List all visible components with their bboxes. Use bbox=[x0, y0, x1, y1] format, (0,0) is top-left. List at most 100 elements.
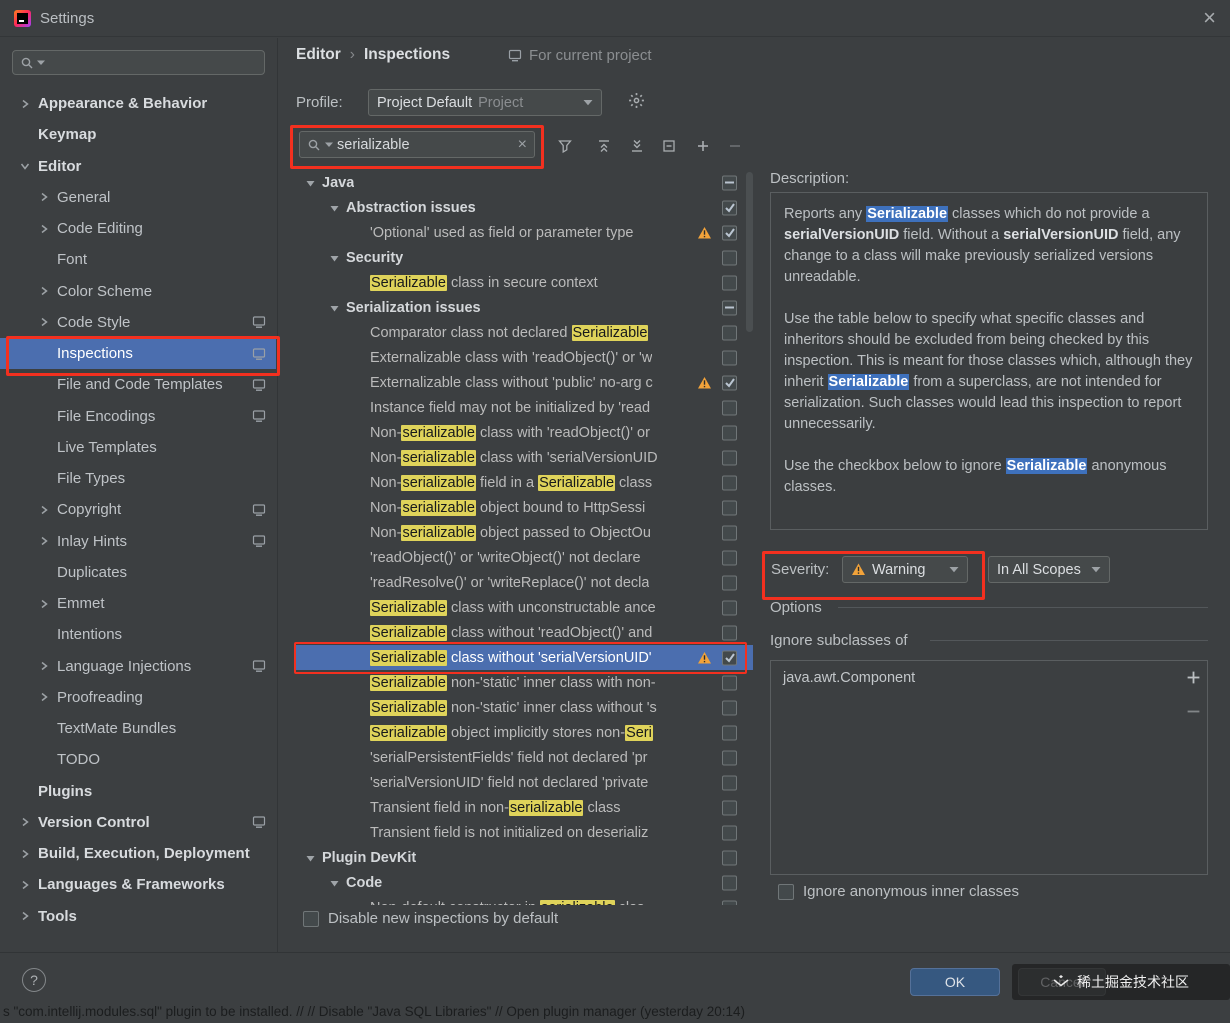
inspection-row-serializable-object-implicitly-stores-non-seri[interactable]: Serializable object implicitly stores no… bbox=[296, 720, 753, 745]
inspection-checkbox[interactable] bbox=[722, 500, 737, 515]
inspection-checkbox[interactable] bbox=[722, 850, 737, 865]
inspection-row-transient-field-in-non-serializable-class[interactable]: Transient field in non-serializable clas… bbox=[296, 795, 753, 820]
chevron-right-icon[interactable] bbox=[19, 879, 31, 891]
chevron-right-icon[interactable] bbox=[38, 504, 50, 516]
inspection-row-non-serializable-field-in-a-serializable-class[interactable]: Non-serializable field in a Serializable… bbox=[296, 470, 753, 495]
remove-icon[interactable] bbox=[726, 137, 743, 154]
inspection-checkbox[interactable] bbox=[722, 400, 737, 415]
inspection-checkbox[interactable] bbox=[722, 225, 737, 240]
chevron-right-icon[interactable] bbox=[38, 535, 50, 547]
inspection-checkbox[interactable] bbox=[722, 725, 737, 740]
sidebar-item-file-encodings[interactable]: File Encodings bbox=[0, 401, 276, 432]
inspection-row-serialpersistentfields-field-not-declared-pr[interactable]: 'serialPersistentFields' field not decla… bbox=[296, 745, 753, 770]
severity-select[interactable]: Warning bbox=[842, 556, 968, 583]
inspection-checkbox[interactable] bbox=[722, 775, 737, 790]
inspection-checkbox[interactable] bbox=[722, 200, 737, 215]
inspection-row-serializable-non-static-inner-class-with-non[interactable]: Serializable non-'static' inner class wi… bbox=[296, 670, 753, 695]
inspection-checkbox[interactable] bbox=[722, 550, 737, 565]
ok-button[interactable]: OK bbox=[910, 968, 1000, 996]
inspection-row-non-serializable-object-bound-to-httpsessi[interactable]: Non-serializable object bound to HttpSes… bbox=[296, 495, 753, 520]
sidebar-item-code-style[interactable]: Code Style bbox=[0, 307, 276, 338]
inspection-row-serialversionuid-field-not-declared-private[interactable]: 'serialVersionUID' field not declared 'p… bbox=[296, 770, 753, 795]
chevron-right-icon[interactable] bbox=[38, 285, 50, 297]
inspection-checkbox[interactable] bbox=[722, 750, 737, 765]
chevron-down-icon[interactable] bbox=[329, 252, 340, 263]
chevron-right-icon[interactable] bbox=[38, 691, 50, 703]
sidebar-item-version-control[interactable]: Version Control bbox=[0, 807, 276, 838]
inspection-row-serializable-class-without-serialversionuid[interactable]: Serializable class without 'serialVersio… bbox=[296, 645, 753, 670]
inspection-row-serializable-class-without-readobject-and[interactable]: Serializable class without 'readObject()… bbox=[296, 620, 753, 645]
inspection-row-serializable-non-static-inner-class-without-s[interactable]: Serializable non-'static' inner class wi… bbox=[296, 695, 753, 720]
sidebar-search-input[interactable] bbox=[12, 50, 265, 75]
sidebar-item-inlay-hints[interactable]: Inlay Hints bbox=[0, 526, 276, 557]
chevron-right-icon[interactable] bbox=[38, 191, 50, 203]
inspection-checkbox[interactable] bbox=[722, 375, 737, 390]
inspection-checkbox[interactable] bbox=[722, 350, 737, 365]
chevron-right-icon[interactable] bbox=[19, 98, 31, 110]
chevron-right-icon[interactable] bbox=[38, 316, 50, 328]
sidebar-item-keymap[interactable]: Keymap bbox=[0, 119, 276, 150]
inspection-checkbox[interactable] bbox=[722, 675, 737, 690]
inspection-checkbox[interactable] bbox=[722, 475, 737, 490]
inspection-checkbox[interactable] bbox=[722, 600, 737, 615]
inspection-row-security[interactable]: Security bbox=[296, 245, 753, 270]
sidebar-item-build-execution-deployment[interactable]: Build, Execution, Deployment bbox=[0, 838, 276, 869]
chevron-down-icon[interactable] bbox=[329, 202, 340, 213]
inspection-checkbox[interactable] bbox=[722, 900, 737, 905]
clear-search-icon[interactable]: × bbox=[518, 136, 527, 154]
sidebar-item-emmet[interactable]: Emmet bbox=[0, 588, 276, 619]
inspection-checkbox[interactable] bbox=[722, 175, 737, 190]
sidebar-item-inspections[interactable]: Inspections bbox=[0, 338, 276, 370]
inspection-row-non-default-constructor-in-serializable-clas[interactable]: Non-default constructor in serializable … bbox=[296, 895, 753, 905]
inspection-checkbox[interactable] bbox=[722, 525, 737, 540]
chevron-right-icon[interactable] bbox=[38, 598, 50, 610]
inspection-row-instance-field-may-not-be-initialized-by-read[interactable]: Instance field may not be initialized by… bbox=[296, 395, 753, 420]
inspection-row-externalizable-class-with-readobject-or-w[interactable]: Externalizable class with 'readObject()'… bbox=[296, 345, 753, 370]
inspection-row-readresolve-or-writereplace-not-decla[interactable]: 'readResolve()' or 'writeReplace()' not … bbox=[296, 570, 753, 595]
sidebar-item-duplicates[interactable]: Duplicates bbox=[0, 557, 276, 588]
reset-icon[interactable] bbox=[660, 137, 677, 154]
add-icon[interactable] bbox=[694, 137, 711, 154]
inspection-checkbox[interactable] bbox=[722, 300, 737, 315]
chevron-right-icon[interactable] bbox=[19, 816, 31, 828]
sidebar-item-proofreading[interactable]: Proofreading bbox=[0, 682, 276, 713]
subclass-list-item[interactable]: java.awt.Component bbox=[771, 661, 1207, 686]
sidebar-item-editor[interactable]: Editor bbox=[0, 151, 276, 182]
profile-select[interactable]: Project Default Project bbox=[368, 89, 602, 116]
sidebar-item-intentions[interactable]: Intentions bbox=[0, 619, 276, 650]
disable-new-inspections-checkbox[interactable] bbox=[303, 910, 319, 927]
sidebar-item-plugins[interactable]: Plugins bbox=[0, 776, 276, 807]
inspection-checkbox[interactable] bbox=[722, 650, 737, 665]
inspection-checkbox[interactable] bbox=[722, 800, 737, 815]
chevron-right-icon[interactable] bbox=[19, 910, 31, 922]
ignore-anonymous-checkbox[interactable] bbox=[778, 883, 794, 900]
chevron-down-icon[interactable] bbox=[305, 177, 316, 188]
remove-class-icon[interactable] bbox=[1184, 702, 1202, 720]
inspection-row-non-serializable-object-passed-to-objectou[interactable]: Non-serializable object passed to Object… bbox=[296, 520, 753, 545]
inspection-row-non-serializable-class-with-serialversionuid[interactable]: Non-serializable class with 'serialVersi… bbox=[296, 445, 753, 470]
chevron-down-icon[interactable] bbox=[19, 160, 31, 172]
chevron-down-icon[interactable] bbox=[329, 302, 340, 313]
chevron-right-icon[interactable] bbox=[19, 848, 31, 860]
inspection-row-optional-used-as-field-or-parameter-type[interactable]: 'Optional' used as field or parameter ty… bbox=[296, 220, 753, 245]
inspection-row-plugin-devkit[interactable]: Plugin DevKit bbox=[296, 845, 753, 870]
scope-select[interactable]: In All Scopes bbox=[988, 556, 1110, 583]
gear-icon[interactable] bbox=[628, 92, 645, 113]
chevron-right-icon[interactable] bbox=[38, 223, 50, 235]
collapse-all-icon[interactable] bbox=[595, 137, 612, 154]
inspection-row-serializable-class-in-secure-context[interactable]: Serializable class in secure context bbox=[296, 270, 753, 295]
chevron-down-icon[interactable] bbox=[305, 852, 316, 863]
sidebar-item-font[interactable]: Font bbox=[0, 244, 276, 275]
sidebar-item-languages-frameworks[interactable]: Languages & Frameworks bbox=[0, 869, 276, 900]
inspection-row-abstraction-issues[interactable]: Abstraction issues bbox=[296, 195, 753, 220]
chevron-right-icon[interactable] bbox=[38, 660, 50, 672]
sidebar-item-textmate-bundles[interactable]: TextMate Bundles bbox=[0, 713, 276, 744]
inspection-row-serialization-issues[interactable]: Serialization issues bbox=[296, 295, 753, 320]
inspection-checkbox[interactable] bbox=[722, 425, 737, 440]
inspection-row-transient-field-is-not-initialized-on-deserializ[interactable]: Transient field is not initialized on de… bbox=[296, 820, 753, 845]
inspection-checkbox[interactable] bbox=[722, 825, 737, 840]
sidebar-item-file-and-code-templates[interactable]: File and Code Templates bbox=[0, 369, 276, 400]
filter-icon[interactable] bbox=[556, 137, 573, 154]
inspection-row-comparator-class-not-declared-serializable[interactable]: Comparator class not declared Serializab… bbox=[296, 320, 753, 345]
inspection-checkbox[interactable] bbox=[722, 325, 737, 340]
